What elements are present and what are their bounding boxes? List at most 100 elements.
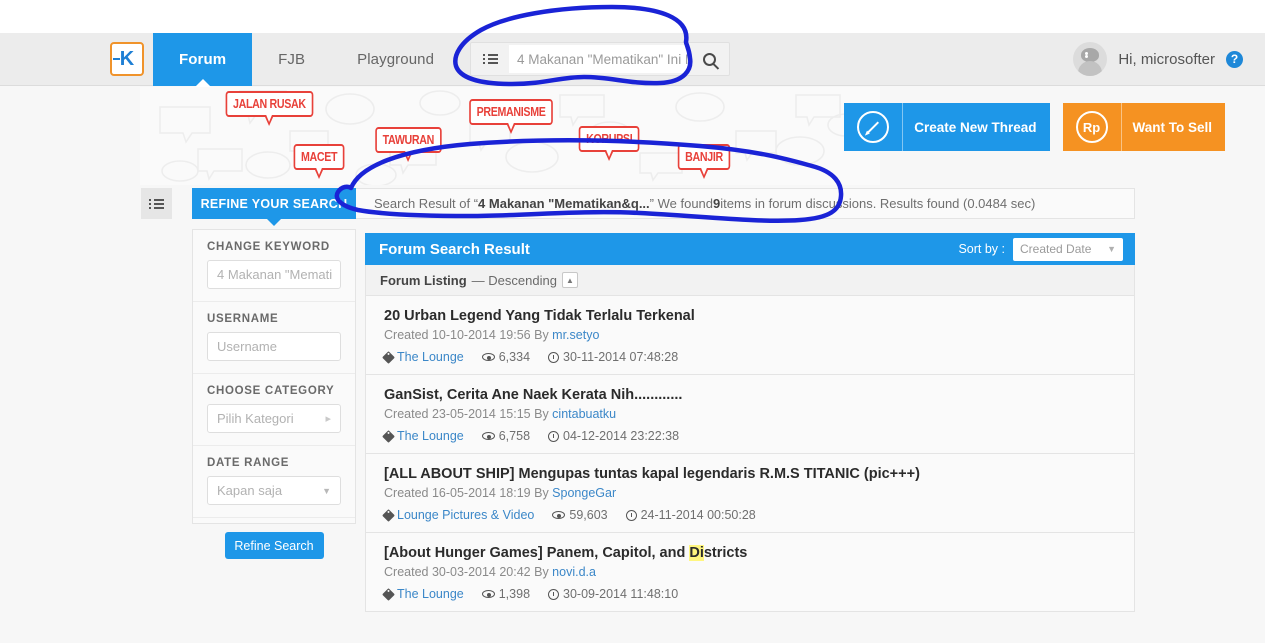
- nav-item-fjb[interactable]: FJB: [252, 33, 331, 86]
- search-icon: [702, 52, 716, 66]
- user-area: Hi, microsofter ?: [1073, 42, 1243, 76]
- nav-item-forum[interactable]: Forum: [153, 32, 253, 86]
- result-author-link[interactable]: cintabuatku: [552, 407, 616, 421]
- eye-icon: [481, 590, 495, 598]
- chevron-down-icon: ▼: [1107, 244, 1116, 254]
- refine-your-search-tab[interactable]: REFINE YOUR SEARCH: [192, 188, 356, 226]
- change-keyword-input[interactable]: 4 Makanan "Memati: [207, 260, 341, 289]
- clock-icon: [548, 351, 560, 363]
- browser-top-strip: [0, 0, 1265, 33]
- help-icon[interactable]: ?: [1226, 50, 1243, 68]
- clock-icon: [548, 430, 560, 442]
- banner-tag-banjir[interactable]: BANJIR: [677, 144, 731, 179]
- banner-tag-label: JALAN RUSAK: [232, 96, 306, 111]
- search-category-menu-button[interactable]: [471, 43, 509, 75]
- result-title[interactable]: [ALL ABOUT SHIP] Mengupas tuntas kapal l…: [384, 465, 944, 483]
- result-title[interactable]: 20 Urban Legend Yang Tidak Terlalu Terke…: [384, 307, 1120, 325]
- search-submit-button[interactable]: [689, 43, 729, 75]
- banner-tag-premanisme[interactable]: PREMANISME: [469, 99, 553, 134]
- result-subinfo: The Lounge 6,758 04-12-2014 23:22:38: [382, 429, 1120, 443]
- results-title: Forum Search Result: [379, 240, 530, 258]
- want-to-sell-button[interactable]: Rp Want To Sell: [1062, 103, 1225, 151]
- list-icon: [149, 197, 164, 211]
- date-range-select[interactable]: Kapan saja ▼: [207, 476, 341, 505]
- create-new-thread-label: Create New Thread: [902, 103, 1050, 151]
- logo-k-icon: K: [112, 48, 135, 70]
- result-views: 59,603: [552, 508, 608, 522]
- main-nav: Forum FJB Playground: [153, 32, 460, 86]
- result-created: Created 10-10-2014 19:56 By mr.setyo: [384, 328, 1120, 342]
- summary-middle: ” We found: [649, 196, 714, 211]
- search-summary: Search Result of “4 Makanan "Mematikan&q…: [356, 188, 1135, 219]
- refine-your-search-label: REFINE YOUR SEARCH: [200, 196, 348, 211]
- search-input[interactable]: 4 Makanan "Mematikan" Ini M: [509, 45, 690, 73]
- result-category[interactable]: Lounge Pictures & Video: [382, 508, 534, 522]
- result-lastpost-value: 24-11-2014 00:50:28: [640, 508, 756, 522]
- result-created-text: Created 10-10-2014 19:56 By: [384, 328, 553, 342]
- sort-direction-toggle[interactable]: ▲: [561, 272, 578, 288]
- banner-actions: Create New Thread Rp Want To Sell: [844, 103, 1225, 151]
- result-item[interactable]: GanSist, Cerita Ane Naek Kerata Nih.....…: [365, 375, 1135, 454]
- result-category-link[interactable]: Lounge Pictures & Video: [397, 508, 534, 522]
- eye-icon: [481, 432, 495, 440]
- result-author-link[interactable]: mr.setyo: [552, 328, 599, 342]
- result-category[interactable]: The Lounge: [382, 587, 464, 601]
- tag-icon: [382, 508, 395, 522]
- result-item[interactable]: 20 Urban Legend Yang Tidak Terlalu Terke…: [365, 296, 1135, 375]
- tag-icon: [382, 350, 395, 364]
- result-author-link[interactable]: SpongeGar: [552, 486, 616, 500]
- result-lastpost-value: 30-11-2014 07:48:28: [563, 350, 679, 364]
- tag-icon: [382, 587, 395, 601]
- username-input[interactable]: Username: [207, 332, 341, 361]
- banner-tag-label: MACET: [300, 149, 338, 164]
- result-views-value: 6,334: [498, 350, 531, 364]
- chevron-right-icon: ▸: [325, 413, 331, 425]
- tag-icon: [382, 429, 395, 443]
- result-created-text: Created 16-05-2014 18:19 By: [384, 486, 553, 500]
- choose-category-select[interactable]: Pilih Kategori ▸: [207, 404, 341, 433]
- pencil-icon-cell: [844, 103, 903, 151]
- banner-tag-korupsi[interactable]: KORUPSI: [578, 126, 640, 161]
- result-subinfo: The Lounge 1,398 30-09-2014 11:48:10: [382, 587, 1120, 601]
- create-new-thread-button[interactable]: Create New Thread: [844, 103, 1050, 151]
- user-greeting[interactable]: Hi, microsofter: [1118, 51, 1215, 68]
- summary-query: 4 Makanan "Mematikan&q...: [478, 196, 650, 211]
- refine-search-button[interactable]: Refine Search: [224, 532, 324, 559]
- listing-label: Forum Listing: [380, 272, 467, 288]
- result-title[interactable]: [About Hunger Games] Panem, Capitol, and…: [384, 544, 1120, 562]
- username-label: USERNAME: [207, 313, 279, 325]
- banner-tag-label: TAWURAN: [382, 132, 435, 147]
- avatar-eyes-icon: [1085, 52, 1095, 58]
- result-views-value: 6,758: [498, 429, 531, 443]
- result-lastpost: 30-09-2014 11:48:10: [548, 587, 678, 601]
- rupiah-icon: Rp: [1075, 111, 1108, 143]
- result-author-link[interactable]: novi.d.a: [552, 565, 596, 579]
- eye-icon: [481, 353, 495, 361]
- avatar[interactable]: [1073, 42, 1108, 76]
- result-item[interactable]: [ALL ABOUT SHIP] Mengupas tuntas kapal l…: [365, 454, 1135, 533]
- result-category-link[interactable]: The Lounge: [397, 587, 464, 601]
- banner-tag-macet[interactable]: MACET: [293, 144, 345, 179]
- banner-tag-jalan-rusak[interactable]: JALAN RUSAK: [225, 91, 314, 126]
- sort-by-select[interactable]: Created Date ▼: [1013, 237, 1123, 261]
- nav-item-playground[interactable]: Playground: [331, 33, 460, 86]
- date-range-label: DATE RANGE: [207, 457, 290, 469]
- result-lastpost-value: 30-09-2014 11:48:10: [563, 587, 679, 601]
- banner-tag-label: PREMANISME: [476, 104, 546, 119]
- sidebar-toggle-button[interactable]: [141, 188, 172, 219]
- result-title[interactable]: GanSist, Cerita Ane Naek Kerata Nih.....…: [384, 386, 1120, 404]
- result-category[interactable]: The Lounge: [382, 350, 464, 364]
- nav-item-forum-label: Forum: [179, 50, 227, 68]
- eye-icon: [552, 511, 566, 519]
- result-item[interactable]: [About Hunger Games] Panem, Capitol, and…: [365, 533, 1135, 612]
- banner-tag-tawuran[interactable]: TAWURAN: [375, 127, 442, 162]
- result-title-text: [About Hunger Games] Panem, Capitol, and: [384, 545, 690, 561]
- result-category[interactable]: The Lounge: [382, 429, 464, 443]
- result-created-text: Created 23-05-2014 15:15 By: [384, 407, 553, 421]
- kaskus-logo[interactable]: K: [110, 42, 144, 76]
- result-views-value: 1,398: [498, 587, 531, 601]
- result-category-link[interactable]: The Lounge: [397, 429, 464, 443]
- banner-tag-label: BANJIR: [685, 149, 723, 164]
- result-category-link[interactable]: The Lounge: [397, 350, 464, 364]
- site-header: K Forum FJB Playground 4 Makanan "Memati…: [0, 32, 1265, 86]
